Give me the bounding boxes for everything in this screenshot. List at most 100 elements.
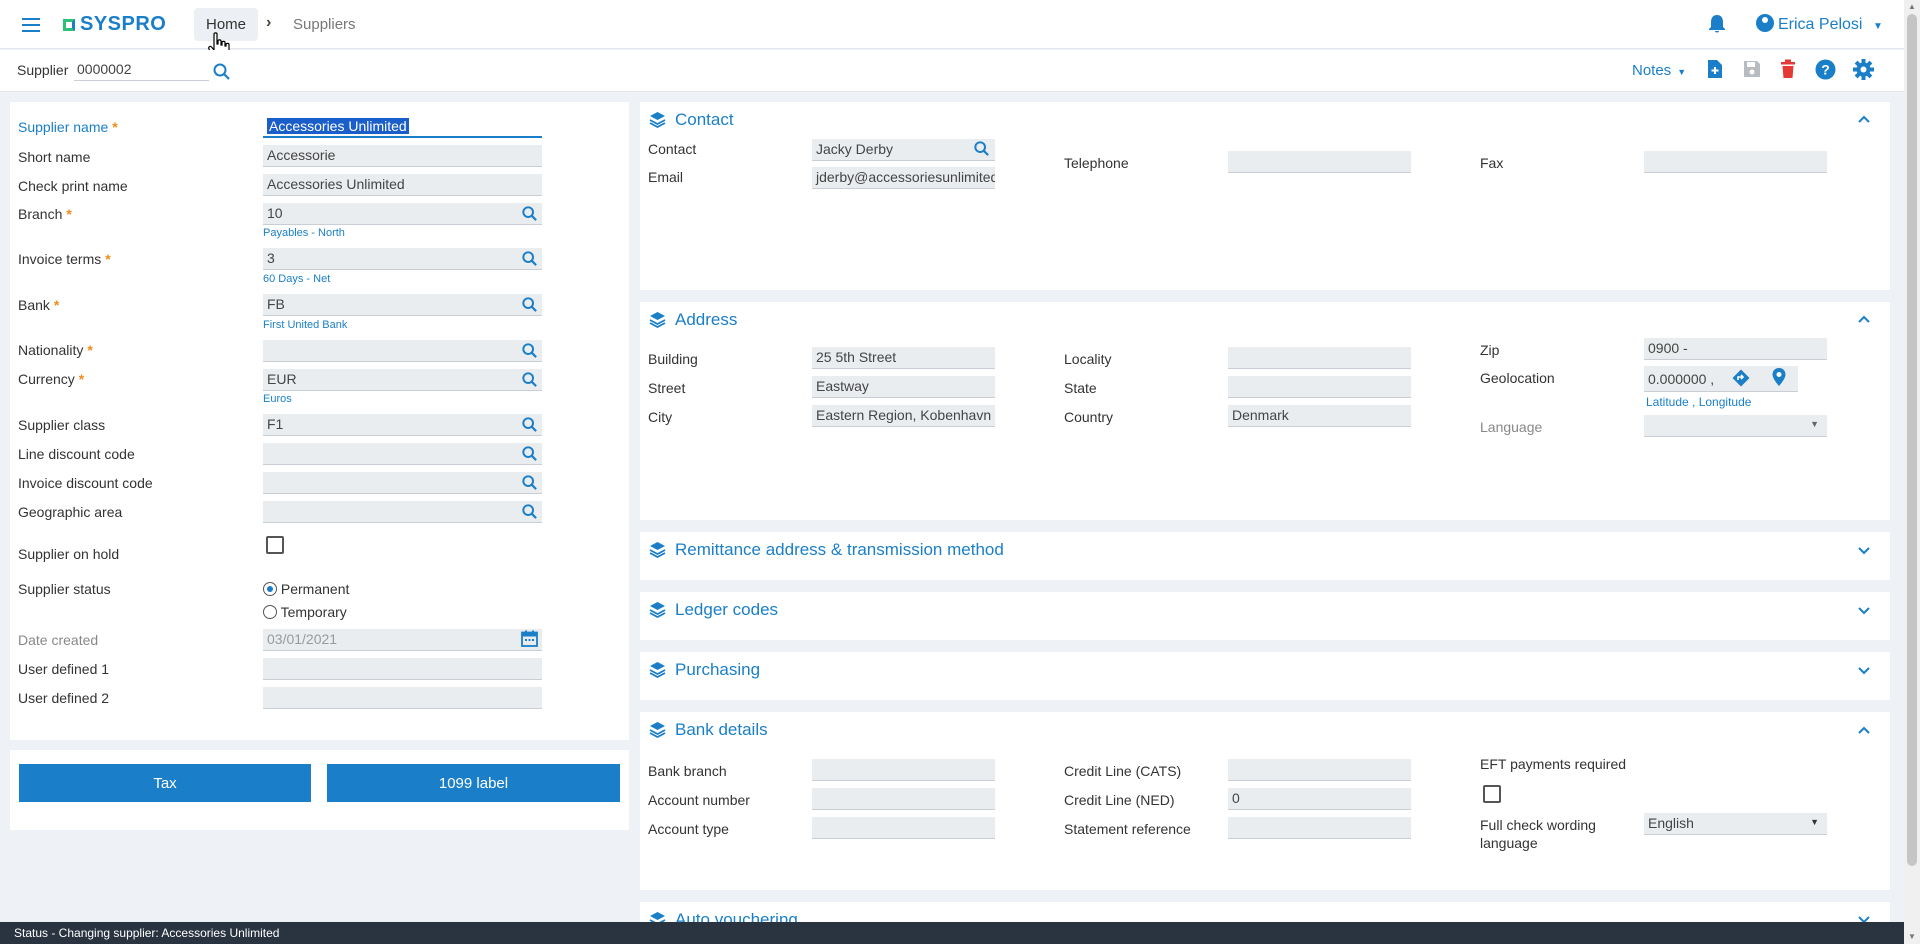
search-icon[interactable] [522, 372, 537, 387]
address-section-title[interactable]: Address [675, 310, 737, 330]
new-document-icon[interactable] [1707, 59, 1723, 79]
user-defined-2-input[interactable] [263, 687, 542, 709]
telephone-input[interactable] [1228, 151, 1411, 173]
supplier-name-input[interactable]: Accessories Unlimited [263, 116, 542, 138]
status-bar: Status - Changing supplier: Accessories … [0, 922, 1904, 944]
contact-input[interactable]: Jacky Derby [812, 139, 995, 161]
auto-vouchering-section-title[interactable]: Auto vouchering [675, 910, 798, 922]
chevron-up-icon[interactable] [1858, 726, 1870, 734]
chevron-down-icon: ▼ [1810, 817, 1819, 827]
street-input[interactable]: Eastway [812, 376, 995, 398]
nationality-input[interactable] [263, 340, 542, 362]
settings-gear-icon[interactable] [1853, 59, 1874, 80]
ledger-codes-section[interactable] [640, 592, 1890, 640]
contact-section-title[interactable]: Contact [675, 110, 734, 130]
menu-icon[interactable] [22, 14, 40, 36]
user-avatar-icon [1756, 14, 1774, 32]
check-print-name-input[interactable]: Accessories Unlimited [263, 174, 542, 196]
invoice-terms-input[interactable]: 3 [263, 248, 542, 270]
breadcrumb-current: Suppliers [293, 16, 356, 33]
search-icon[interactable] [522, 504, 537, 519]
line-discount-code-label: Line discount code [18, 446, 135, 462]
search-icon[interactable] [522, 251, 537, 266]
branch-input[interactable]: 10 [263, 203, 542, 225]
chevron-down-icon[interactable] [1858, 607, 1870, 615]
save-icon[interactable] [1743, 60, 1761, 78]
zip-input[interactable]: 0900 - [1644, 338, 1827, 360]
help-icon[interactable]: ? [1815, 59, 1836, 80]
supplier-class-input[interactable]: F1 [263, 414, 542, 436]
purchasing-section[interactable] [640, 652, 1890, 700]
line-discount-code-input[interactable] [263, 443, 542, 465]
status-temporary-radio[interactable]: Temporary [263, 604, 347, 620]
state-label: State [1064, 380, 1097, 396]
language-select[interactable]: ▼ [1644, 415, 1827, 437]
statement-reference-input[interactable] [1228, 817, 1411, 839]
fax-input[interactable] [1644, 151, 1827, 173]
telephone-label: Telephone [1064, 155, 1129, 171]
auto-vouchering-section[interactable]: Auto vouchering [640, 902, 1890, 922]
scrollbar-thumb[interactable] [1907, 14, 1917, 866]
full-check-wording-select[interactable]: English ▼ [1644, 813, 1827, 835]
building-input[interactable]: 25 5th Street [812, 347, 995, 369]
directions-icon[interactable] [1731, 368, 1751, 388]
bank-branch-input[interactable] [812, 759, 995, 781]
search-icon[interactable] [522, 297, 537, 312]
chevron-down-icon: ▼ [1677, 67, 1687, 77]
credit-line-ned-input[interactable]: 0 [1228, 788, 1411, 810]
supplier-on-hold-checkbox[interactable] [266, 536, 284, 554]
brand-logo[interactable]: SYSPRO [63, 13, 166, 36]
date-created-input: 03/01/2021 [263, 629, 542, 651]
account-type-input[interactable] [812, 817, 995, 839]
map-pin-icon[interactable] [1771, 367, 1787, 387]
chevron-up-icon[interactable] [1858, 115, 1870, 123]
email-input[interactable]: jderby@accessoriesunlimited [812, 167, 995, 189]
top-bar: SYSPRO Home › Suppliers Erica Pelosi ▼ [0, 0, 1904, 62]
supplier-name-label: Supplier name * [18, 119, 118, 135]
short-name-input[interactable]: Accessorie [263, 145, 542, 167]
search-icon[interactable] [522, 343, 537, 358]
chevron-down-icon[interactable] [1858, 667, 1870, 675]
search-icon[interactable] [522, 417, 537, 432]
scroll-up-arrow-icon[interactable]: ▲ [1908, 2, 1916, 11]
supplier-class-label: Supplier class [18, 417, 106, 433]
bank-details-section-title[interactable]: Bank details [675, 720, 768, 740]
status-permanent-radio[interactable]: Permanent [263, 581, 349, 597]
building-label: Building [648, 351, 698, 367]
search-icon[interactable] [522, 475, 537, 490]
calendar-icon[interactable] [521, 630, 538, 647]
scroll-down-arrow-icon[interactable]: ▼ [1908, 932, 1916, 941]
state-input[interactable] [1228, 376, 1411, 398]
purchasing-section-title[interactable]: Purchasing [675, 660, 760, 680]
tax-button[interactable]: Tax [19, 764, 311, 802]
bank-input[interactable]: FB [263, 294, 542, 316]
ledger-codes-section-title[interactable]: Ledger codes [675, 600, 778, 620]
full-check-wording-label: Full check wording language [1480, 817, 1596, 851]
delete-icon[interactable] [1780, 59, 1796, 79]
layers-icon [649, 312, 666, 328]
notification-bell-icon[interactable] [1708, 14, 1726, 34]
remittance-section-title[interactable]: Remittance address & transmission method [675, 540, 1004, 560]
search-icon[interactable] [522, 206, 537, 221]
city-input[interactable]: Eastern Region, Kobenhavn [812, 405, 995, 427]
chevron-down-icon[interactable] [1858, 547, 1870, 555]
chevron-up-icon[interactable] [1858, 315, 1870, 323]
geographic-area-input[interactable] [263, 501, 542, 523]
account-number-input[interactable] [812, 788, 995, 810]
user-defined-1-input[interactable] [263, 658, 542, 680]
credit-line-cats-input[interactable] [1228, 759, 1411, 781]
user-menu[interactable]: Erica Pelosi ▼ [1756, 14, 1883, 34]
nationality-label: Nationality * [18, 342, 93, 358]
currency-input[interactable]: EUR [263, 369, 542, 391]
notes-menu[interactable]: Notes ▼ [1632, 62, 1686, 79]
eft-payments-checkbox[interactable] [1483, 785, 1501, 803]
supplier-key-input[interactable]: 0000002 [74, 61, 209, 81]
label-1099-button[interactable]: 1099 label [327, 764, 620, 802]
country-input[interactable]: Denmark [1228, 405, 1411, 427]
search-icon[interactable] [974, 141, 989, 156]
search-icon[interactable] [213, 63, 230, 80]
invoice-discount-code-input[interactable] [263, 472, 542, 494]
search-icon[interactable] [522, 446, 537, 461]
date-created-label: Date created [18, 632, 99, 648]
locality-input[interactable] [1228, 347, 1411, 369]
